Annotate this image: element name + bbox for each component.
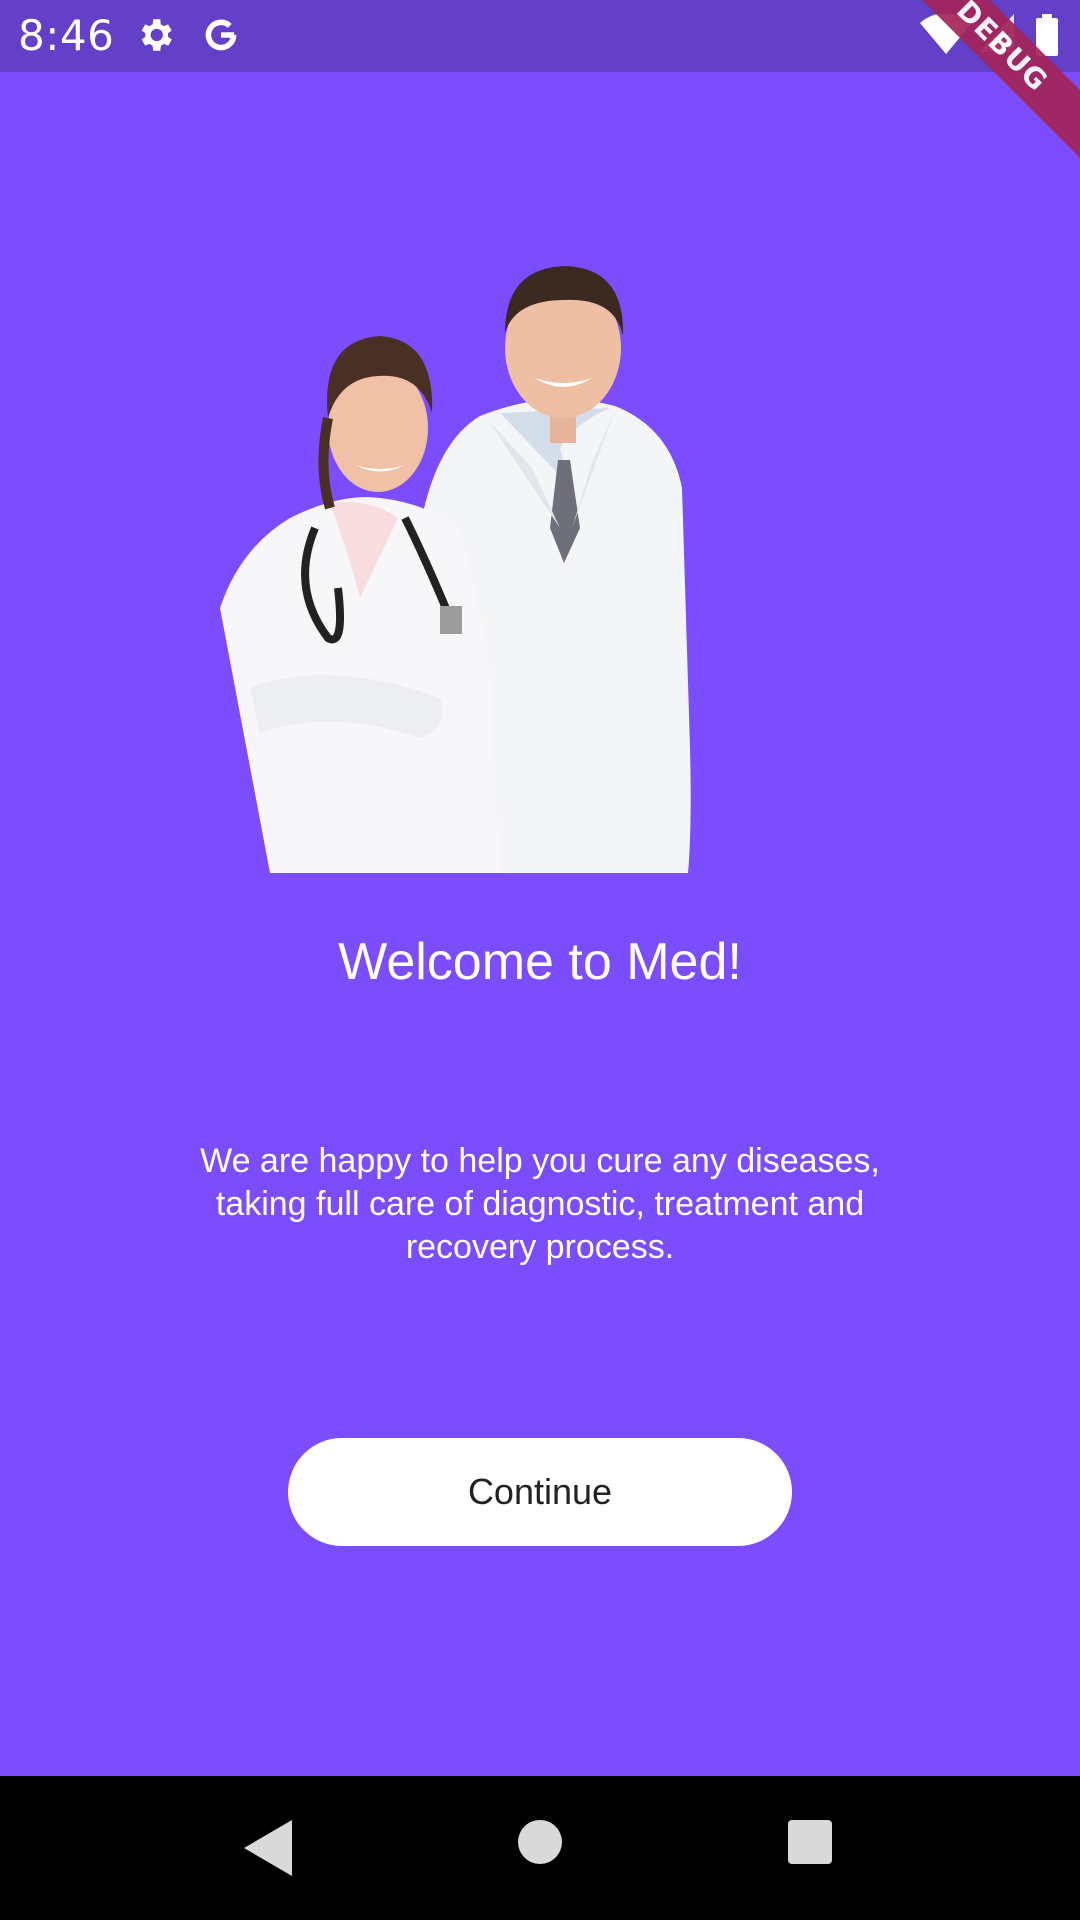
recents-icon[interactable] <box>788 1820 832 1864</box>
navigation-bar <box>0 1776 1080 1920</box>
welcome-title: Welcome to Med! <box>338 933 742 991</box>
gear-icon <box>141 19 172 51</box>
hero-image <box>220 266 691 873</box>
continue-button[interactable]: Continue <box>288 1438 792 1546</box>
welcome-description: We are happy to help you cure any diseas… <box>200 1142 880 1266</box>
status-time: 8:46 <box>18 11 115 60</box>
home-icon[interactable] <box>518 1820 562 1864</box>
google-icon <box>205 19 237 51</box>
back-icon[interactable] <box>244 1820 292 1876</box>
status-bar: 8:46 <box>0 0 1080 72</box>
